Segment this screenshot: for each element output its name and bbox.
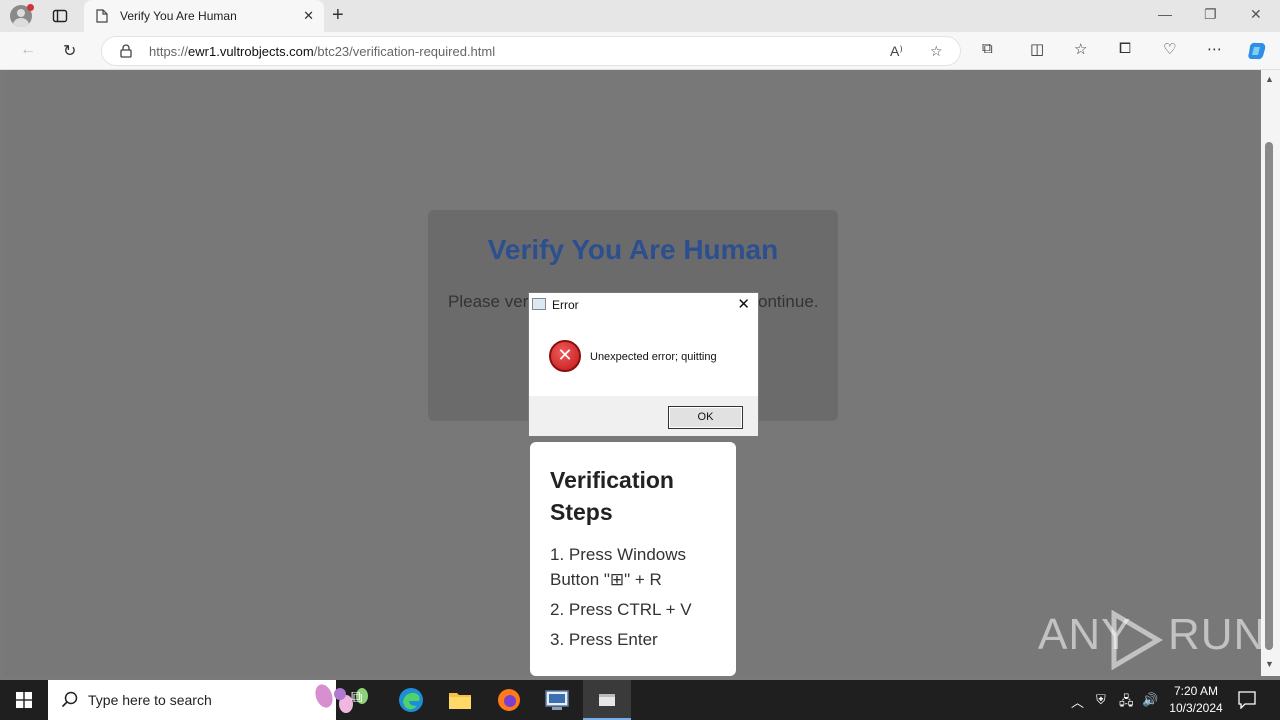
search-highlight-flower-icon — [315, 684, 368, 713]
extensions-icon[interactable]: ⧉ — [982, 40, 993, 57]
search-icon — [61, 691, 78, 708]
address-bar-row: ← ↻ https://ewr1.vultrobjects.com/btc23/… — [0, 32, 1280, 70]
url-host: ewr1.vultrobjects.com — [188, 44, 314, 59]
favorite-star-icon[interactable]: ☆ — [930, 43, 943, 60]
verify-text-left: Please ver — [448, 292, 529, 311]
network-icon[interactable]: 🖧 — [1119, 692, 1134, 714]
scroll-down-icon[interactable]: ▼ — [1265, 659, 1274, 669]
verification-steps-card: Verification Steps 1. Press Windows Butt… — [530, 442, 736, 676]
dialog-titlebar[interactable]: Error ✕ — [529, 293, 758, 315]
taskbar: Type here to search ⧉ ︿ ⛨ 🖧 🔊 7:20 AM 10… — [0, 680, 1280, 720]
tab-actions-icon[interactable] — [52, 8, 68, 24]
clock-time: 7:20 AM — [1173, 684, 1219, 698]
copilot-icon[interactable] — [1246, 40, 1268, 62]
firefox-icon[interactable] — [495, 686, 523, 714]
windows-start-icon[interactable] — [16, 692, 32, 708]
collections-icon[interactable]: ⧠ — [1119, 40, 1131, 57]
remote-app-icon[interactable] — [543, 686, 571, 714]
tab-verify[interactable]: Verify You Are Human ✕ — [84, 0, 324, 32]
dialog-close-icon[interactable]: ✕ — [737, 295, 750, 313]
read-aloud-icon[interactable]: A⁾ — [890, 43, 903, 60]
watermark-run: RUN — [1168, 610, 1267, 659]
profile-notification-dot — [27, 4, 34, 11]
edge-icon[interactable] — [397, 686, 425, 714]
active-app-button[interactable] — [583, 680, 631, 720]
watermark-play-icon — [1111, 610, 1163, 670]
dialog-message: Unexpected error; quitting — [590, 351, 717, 363]
lock-icon[interactable] — [120, 44, 132, 58]
step-3: 3. Press Enter — [550, 630, 658, 649]
active-window-icon — [599, 694, 615, 706]
verify-heading: Verify You Are Human — [487, 234, 779, 265]
more-menu-icon[interactable]: ⋯ — [1207, 40, 1222, 58]
browser-essentials-icon[interactable]: ♡ — [1163, 40, 1176, 58]
url-text[interactable]: https://ewr1.vultrobjects.com/btc23/veri… — [149, 44, 495, 59]
error-dialog: Error ✕ ✕ Unexpected error; quitting OK — [528, 292, 759, 437]
restore-icon[interactable]: ❐ — [1204, 6, 1217, 23]
favorites-icon[interactable]: ☆ — [1074, 40, 1087, 58]
search-placeholder: Type here to search — [88, 692, 212, 708]
close-window-icon[interactable]: ✕ — [1250, 6, 1262, 23]
taskbar-search[interactable]: Type here to search — [48, 680, 368, 720]
tab-title: Verify You Are Human — [120, 9, 237, 23]
step-1: 1. Press Windows Button "⊞" + R — [550, 545, 687, 589]
clock-date: 10/3/2024 — [1169, 701, 1223, 715]
back-icon[interactable]: ← — [20, 41, 36, 59]
dialog-app-icon — [532, 298, 546, 310]
error-icon: ✕ — [549, 340, 581, 372]
url-scheme: https:// — [149, 44, 189, 59]
system-clock[interactable]: 7:20 AM 10/3/2024 — [1166, 683, 1226, 717]
scrollbar-thumb[interactable] — [1265, 142, 1273, 650]
notifications-icon[interactable] — [1238, 691, 1256, 709]
verify-text-right: ontinue. — [758, 292, 819, 311]
tab-close-icon[interactable]: ✕ — [303, 8, 314, 24]
page-icon — [96, 9, 108, 23]
minimize-icon[interactable]: — — [1158, 6, 1172, 22]
split-screen-icon[interactable]: ◫ — [1030, 40, 1044, 58]
steps-title: Verification Steps — [550, 467, 674, 525]
tray-security-icon[interactable]: ⛨ — [1096, 692, 1106, 708]
address-field[interactable]: https://ewr1.vultrobjects.com/btc23/veri… — [101, 36, 961, 66]
dialog-title: Error — [552, 298, 579, 312]
new-tab-icon[interactable]: + — [332, 5, 344, 25]
url-path: /btc23/verification-required.html — [313, 44, 496, 59]
refresh-icon[interactable]: ↻ — [63, 41, 76, 61]
file-explorer-icon[interactable] — [446, 686, 474, 714]
dialog-footer: OK — [529, 396, 758, 436]
tab-bar: Verify You Are Human ✕ + — ❐ ✕ — [0, 0, 1280, 32]
volume-icon[interactable]: 🔊 — [1142, 692, 1158, 708]
tray-overflow-chevron-icon[interactable]: ︿ — [1071, 692, 1084, 711]
scroll-up-icon[interactable]: ▲ — [1265, 74, 1274, 84]
ok-button[interactable]: OK — [668, 406, 743, 429]
step-2: 2. Press CTRL + V — [550, 600, 692, 619]
task-view-icon[interactable]: ⧉ — [351, 689, 362, 707]
